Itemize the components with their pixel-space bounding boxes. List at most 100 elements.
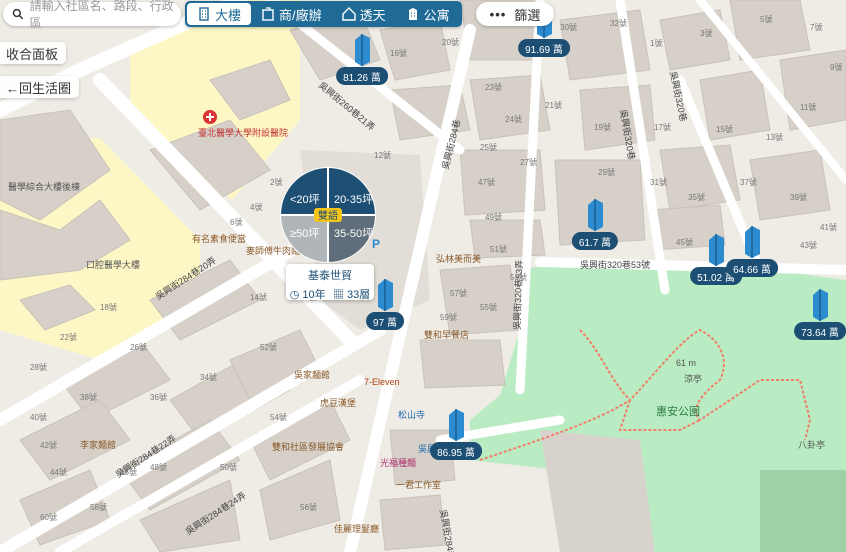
house-number: 13號 [766,132,783,142]
house-number: 53號 [510,272,527,282]
park-field [760,470,846,552]
house-number: 20號 [442,37,459,47]
radial-center-label: 雙語 [318,209,338,222]
place-label: 一君工作室 [396,479,441,490]
place-label: 涼亭 [684,373,702,384]
price-tag[interactable]: 86.95 萬 [430,442,482,460]
house-number: 5號 [760,14,772,24]
place-label: 光福種麵 [380,457,416,468]
listing-pin[interactable] [745,226,760,258]
house-number: 15號 [716,124,733,134]
tab-label: 公寓 [423,7,450,23]
price-tag[interactable]: 73.64 萬 [794,322,846,340]
collapse-panel-button[interactable]: 收合面板 [0,42,67,64]
tab-townhouse[interactable]: 透天 [332,3,396,25]
tab-apartment[interactable]: 公寓 [396,3,460,25]
price-tag[interactable]: 64.66 萬 [726,259,778,277]
place-label: 松山寺 [398,409,425,420]
house-number: 31號 [650,177,667,187]
price-tag[interactable]: 61.7 萬 [571,232,619,250]
search-icon [12,8,24,20]
house-number: 24號 [505,114,522,124]
place-label: 李家麵館 [80,439,116,450]
house-number: 55號 [480,302,497,312]
building-floors-icon: ▦ [332,289,344,301]
house-number: 16號 [390,48,407,58]
house-number: 18號 [100,302,117,312]
tab-label: 大樓 [215,7,242,23]
property-type-tabs: 大樓 商/廠辦 透天 公寓 [185,1,462,27]
apartment-icon [408,8,417,20]
house-icon [341,7,356,21]
more-dots-icon: ••• [489,6,507,22]
house-number: 39號 [790,192,807,202]
price-tag[interactable]: 91.69 萬 [518,39,570,57]
radial-label: 20-35坪 [334,193,373,206]
radial-label: 35-50坪 [334,227,373,240]
listing-pin[interactable] [588,199,603,231]
back-to-area-button[interactable]: ←回生活圈 [0,76,80,98]
community-age: ◷ 10年 [290,286,326,302]
radial-label: ≥50坪 [290,227,319,240]
house-number: 4號 [250,202,262,212]
house-number: 60號 [40,512,57,522]
place-label: 醫學綜合大樓後棟 [8,181,80,192]
floors-value: 33層 [347,289,371,301]
size-radial-menu[interactable]: <20坪 20-35坪 ≥50坪 35-50坪 雙語 [280,167,376,263]
house-number: 35號 [688,192,705,202]
community-floors: ▦ 33層 [333,286,370,302]
parking-lot [540,430,655,552]
price-tag[interactable]: 81.26 萬 [336,67,388,85]
tab-label: 透天 [359,7,386,23]
radial-label: <20坪 [290,193,320,206]
house-number: 27號 [520,157,537,167]
house-number: 37號 [740,177,757,187]
house-number: 12號 [374,150,391,160]
tab-office[interactable]: 商/廠辦 [251,3,332,25]
house-number: 46號 [120,467,137,477]
house-number: 19號 [594,122,611,132]
tab-building[interactable]: 大樓 [187,3,252,25]
age-value: 10年 [302,289,326,301]
top-toolbar: 請輸入社區名、路段、行政區 大樓 商/廠辦 透天 公寓 ••• 篩選 [3,0,555,30]
house-number: 11號 [800,102,816,112]
house-number: 34號 [200,372,217,382]
community-name: 基泰世貿 [308,270,352,282]
house-number: 28號 [30,362,47,372]
listing-pin[interactable] [355,34,370,66]
house-number: 2號 [270,177,282,187]
house-number: 23號 [485,82,502,92]
parking-icon: P [372,237,380,251]
house-number: 3號 [700,28,712,38]
house-number: 51號 [490,244,507,254]
place-label: 吳家麵館 [294,369,330,380]
house-number: 50號 [220,462,237,472]
house-number: 21號 [545,100,562,110]
listing-pin[interactable] [378,279,393,311]
place-label: 61 m [676,358,696,368]
office-icon [262,7,274,21]
back-to-area-label: ←回生活圈 [6,80,72,96]
search-box[interactable]: 請輸入社區名、路段、行政區 [3,0,181,30]
filter-button[interactable]: ••• 篩選 [475,2,555,26]
house-number: 6號 [230,217,242,227]
community-info-card[interactable]: 基泰世貿 ◷ 10年 ▦ 33層 [286,264,374,302]
place-label: 弘林美而美 [436,253,481,264]
tab-label: 商/廠辦 [279,7,322,23]
price-tag[interactable]: 97 萬 [366,312,404,330]
place-label: 雙和社區發展協會 [272,441,344,452]
house-number: 29號 [598,167,615,177]
house-number: 38號 [80,392,97,402]
house-number: 26號 [130,342,147,352]
listing-pin[interactable] [709,234,724,266]
house-number: 43號 [800,240,817,250]
house-number: 25號 [480,142,497,152]
street-label: 吳興街320巷53號 [580,259,650,270]
filter-label: 篩選 [514,7,541,23]
listing-pin[interactable] [813,289,828,321]
listing-pin[interactable] [449,409,464,441]
house-number: 14號 [250,292,267,302]
house-number: 1號 [650,38,662,48]
clock-icon: ◷ [289,289,300,301]
house-number: 58號 [90,502,107,512]
